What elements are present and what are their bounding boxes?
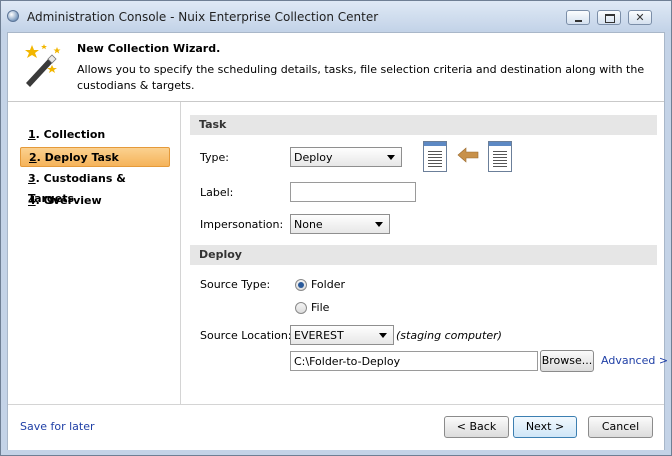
browse-button[interactable]: Browse... <box>540 350 594 372</box>
app-window: Administration Console - Nuix Enterprise… <box>0 0 672 456</box>
nav-step-number: 3 <box>28 172 36 185</box>
source-location-label: Source Location: <box>200 329 292 342</box>
nav-step-label: . Deploy Task <box>36 151 119 164</box>
nav-step-number: 1 <box>28 128 36 141</box>
nav-step-collection[interactable]: 1. Collection <box>20 125 170 145</box>
minimize-button[interactable] <box>566 10 590 25</box>
wizard-footer: Save for later < Back Next > Cancel <box>8 404 664 450</box>
file-radio-label[interactable]: File <box>311 301 329 314</box>
source-path-input[interactable]: C:\Folder-to-Deploy <box>290 351 538 371</box>
close-button[interactable]: ✕ <box>628 10 652 25</box>
type-dropdown[interactable]: Deploy <box>290 147 402 167</box>
source-location-value: EVEREST <box>294 329 344 342</box>
folder-radio[interactable] <box>295 279 307 291</box>
task-section-title: Task <box>199 118 227 131</box>
document-icon <box>488 141 512 172</box>
wizard-header: New Collection Wizard. Allows you to spe… <box>8 33 664 101</box>
save-for-later-link[interactable]: Save for later <box>20 420 95 433</box>
next-button[interactable]: Next > <box>513 416 577 438</box>
source-path-value: C:\Folder-to-Deploy <box>294 355 401 368</box>
impersonation-dropdown[interactable]: None <box>290 214 390 234</box>
type-dropdown-value: Deploy <box>294 151 333 164</box>
arrow-left-icon <box>457 147 479 163</box>
maximize-icon <box>605 14 615 23</box>
chevron-down-icon <box>375 222 383 227</box>
folder-radio-label[interactable]: Folder <box>311 278 345 291</box>
deploy-section-title: Deploy <box>199 248 242 261</box>
magic-wand-icon <box>25 44 61 87</box>
file-radio[interactable] <box>295 302 307 314</box>
app-icon <box>7 10 19 22</box>
label-input[interactable] <box>290 182 416 202</box>
wizard-content: New Collection Wizard. Allows you to spe… <box>7 32 668 450</box>
wizard-description: Allows you to specify the scheduling det… <box>77 63 645 92</box>
deploy-section-header: Deploy <box>190 245 657 265</box>
cancel-button[interactable]: Cancel <box>588 416 653 438</box>
close-icon: ✕ <box>635 11 645 24</box>
source-location-dropdown[interactable]: EVEREST <box>290 325 394 345</box>
staging-note: (staging computer) <box>396 329 502 342</box>
nav-step-deploy-task[interactable]: 2. Deploy Task <box>20 147 170 167</box>
impersonation-dropdown-value: None <box>294 218 323 231</box>
back-button[interactable]: < Back <box>444 416 509 438</box>
advanced-link[interactable]: Advanced > <box>601 354 668 367</box>
nav-step-custodians-targets[interactable]: 3. Custodians & Targets <box>20 169 170 205</box>
wizard-main-panel: Task Type: Deploy Label: Impersonation: <box>181 102 668 404</box>
maximize-button[interactable] <box>597 10 621 25</box>
impersonation-label: Impersonation: <box>200 218 284 231</box>
nav-step-label: . Collection <box>35 128 106 141</box>
window-title: Administration Console - Nuix Enterprise… <box>27 10 379 24</box>
document-icon <box>423 141 447 172</box>
nav-step-label: . Overview <box>35 194 102 207</box>
wizard-title: New Collection Wizard. <box>77 42 221 55</box>
source-type-label: Source Type: <box>200 278 271 291</box>
wizard-steps-nav: 1. Collection 2. Deploy Task 3. Custodia… <box>8 102 181 404</box>
task-section-header: Task <box>190 115 657 135</box>
chevron-down-icon <box>387 155 395 160</box>
label-field-label: Label: <box>200 186 234 199</box>
title-bar: Administration Console - Nuix Enterprise… <box>1 1 671 31</box>
nav-step-overview[interactable]: 4. Overview <box>20 191 170 211</box>
nav-step-number: 4 <box>28 194 36 207</box>
nav-step-number: 2 <box>29 151 37 164</box>
chevron-down-icon <box>379 333 387 338</box>
type-label: Type: <box>200 151 229 164</box>
minimize-icon <box>575 20 582 22</box>
